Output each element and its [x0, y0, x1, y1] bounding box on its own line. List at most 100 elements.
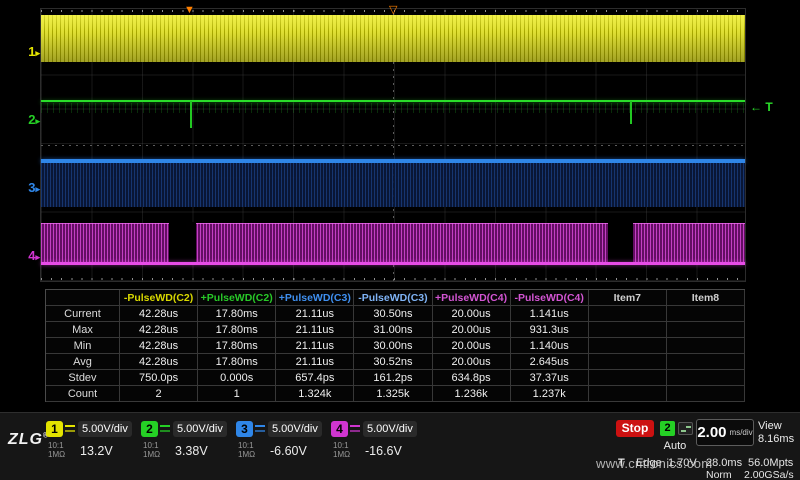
- channel4-badge[interactable]: 4: [331, 421, 348, 437]
- measure-column-header: +PulseWD(C2): [198, 290, 276, 306]
- impedance-label: 1MΩ: [143, 450, 160, 459]
- measure-value-cell: 21.11us: [276, 338, 354, 354]
- measure-value-cell: [667, 386, 745, 402]
- edge-slope-icon: [678, 422, 693, 435]
- measure-value-cell: 42.28us: [120, 338, 198, 354]
- measure-value-cell: 1.140us: [511, 338, 589, 354]
- measure-value-cell: 0.000s: [198, 370, 276, 386]
- ch2-position-marker[interactable]: 2▸: [14, 113, 40, 128]
- timebase-control[interactable]: 2.00 ms/div: [696, 419, 754, 446]
- measure-value-cell: [589, 322, 667, 338]
- channel4-info[interactable]: 45.00V/div 10:11MΩ -16.6V: [331, 420, 425, 474]
- memory-depth-value: 56.0Mpts: [748, 457, 793, 469]
- measure-value-cell: 2: [120, 386, 198, 402]
- channel1-badge[interactable]: 1: [46, 421, 63, 437]
- probe-ratio-label: 10:1: [48, 441, 65, 450]
- measure-value-cell: 21.11us: [276, 306, 354, 322]
- measure-value-cell: 750.0ps: [120, 370, 198, 386]
- marker-arrow-icon: ▸: [35, 252, 40, 262]
- oscilloscope-screen: ▼ ▽ 1▸ 2▸ 3▸ 4▸ ← T -PulseWD(C2)+PulseWD…: [0, 0, 800, 480]
- trigger-level-marker[interactable]: ← T: [750, 100, 773, 114]
- channel2-info[interactable]: 25.00V/div 10:11MΩ 3.38V: [141, 420, 235, 474]
- channel2-badge[interactable]: 2: [141, 421, 158, 437]
- coupling-icon: [65, 423, 75, 435]
- measure-value-cell: 31.00ns: [354, 322, 432, 338]
- measure-value-cell: 161.2ps: [354, 370, 432, 386]
- measure-row-label: Stdev: [46, 370, 120, 386]
- impedance-label: 1MΩ: [238, 450, 255, 459]
- view-value: 8.16ms: [758, 433, 794, 446]
- measure-value-cell: 42.28us: [120, 322, 198, 338]
- ch2-noise: [41, 103, 745, 113]
- sample-rate-value: 2.00GSa/s: [744, 469, 794, 480]
- ch1-waveform: [41, 15, 745, 62]
- channel3-offset: -6.60V: [270, 444, 307, 458]
- measure-value-cell: 1.141us: [511, 306, 589, 322]
- run-stop-button[interactable]: Stop: [616, 420, 654, 437]
- marker-arrow-icon: ▸: [35, 48, 40, 58]
- channel2-scale[interactable]: 5.00V/div: [173, 421, 227, 437]
- channel1-info[interactable]: 15.00V/div 10:11MΩ 13.2V: [46, 420, 140, 474]
- measure-column-header: -PulseWD(C2): [120, 290, 198, 306]
- measure-value-cell: [667, 306, 745, 322]
- zlg-logo: ZLG®: [8, 431, 49, 449]
- ch3-noise-band: [41, 163, 745, 207]
- waveform-display[interactable]: ▼ ▽: [40, 8, 746, 282]
- probe-ratio-label: 10:1: [238, 441, 255, 450]
- ch4-position-marker[interactable]: 4▸: [14, 249, 40, 264]
- measure-column-header: +PulseWD(C4): [433, 290, 511, 306]
- trigger-mode-label[interactable]: Auto: [652, 440, 698, 452]
- channel1-offset: 13.2V: [80, 444, 113, 458]
- measure-value-cell: 931.3us: [511, 322, 589, 338]
- measure-column-header: Item7: [589, 290, 667, 306]
- measure-value-cell: 634.8ps: [433, 370, 511, 386]
- measure-column-header: -PulseWD(C3): [354, 290, 432, 306]
- trigger-position-icon[interactable]: ▼: [184, 5, 195, 16]
- logo-text: ZLG: [8, 431, 43, 448]
- trigger-source-badge[interactable]: 2: [660, 421, 675, 436]
- measure-value-cell: [589, 386, 667, 402]
- coupling-icon: [255, 423, 265, 435]
- measure-value-cell: [589, 338, 667, 354]
- probe-ratio-label: 10:1: [333, 441, 350, 450]
- delay-marker-icon[interactable]: ▽: [389, 5, 397, 16]
- marker-arrow-icon: ▸: [35, 184, 40, 194]
- measure-value-cell: 1: [198, 386, 276, 402]
- measure-value-cell: 2.645us: [511, 354, 589, 370]
- measure-value-cell: 1.325k: [354, 386, 432, 402]
- measure-value-cell: 30.52ns: [354, 354, 432, 370]
- measure-row-label: Max: [46, 322, 120, 338]
- ch3-position-marker[interactable]: 3▸: [14, 181, 40, 196]
- measure-value-cell: [667, 338, 745, 354]
- measure-value-cell: 20.00us: [433, 306, 511, 322]
- channel1-scale[interactable]: 5.00V/div: [78, 421, 132, 437]
- ch4-waveform: [41, 223, 745, 265]
- channel3-badge[interactable]: 3: [236, 421, 253, 437]
- measure-value-cell: 30.00ns: [354, 338, 432, 354]
- ch4-low-pulse: [169, 222, 196, 262]
- measure-value-cell: 21.11us: [276, 354, 354, 370]
- measure-value-cell: [589, 354, 667, 370]
- measure-column-header: Item8: [667, 290, 745, 306]
- measure-value-cell: 42.28us: [120, 354, 198, 370]
- measure-row-label: Min: [46, 338, 120, 354]
- ch1-position-marker[interactable]: 1▸: [14, 45, 40, 60]
- measure-value-cell: 30.50ns: [354, 306, 432, 322]
- measure-value-cell: [667, 354, 745, 370]
- measure-column-header: -PulseWD(C4): [511, 290, 589, 306]
- measure-value-cell: 17.80ms: [198, 306, 276, 322]
- timebase-value: 2.00: [697, 424, 726, 441]
- timebase-unit: ms/div: [730, 428, 753, 437]
- measure-value-cell: [667, 322, 745, 338]
- coupling-icon: [160, 423, 170, 435]
- channel4-scale[interactable]: 5.00V/div: [363, 421, 417, 437]
- measure-value-cell: 20.00us: [433, 322, 511, 338]
- ch4-baseline: [41, 262, 745, 265]
- measure-value-cell: 1.237k: [511, 386, 589, 402]
- channel3-scale[interactable]: 5.00V/div: [268, 421, 322, 437]
- measure-value-cell: 20.00us: [433, 338, 511, 354]
- channel3-info[interactable]: 3 5.00V/div 10:11MΩ -6.60V: [236, 420, 330, 474]
- measure-value-cell: [589, 306, 667, 322]
- ch4-low-pulse: [608, 222, 633, 262]
- measure-value-cell: 657.4ps: [276, 370, 354, 386]
